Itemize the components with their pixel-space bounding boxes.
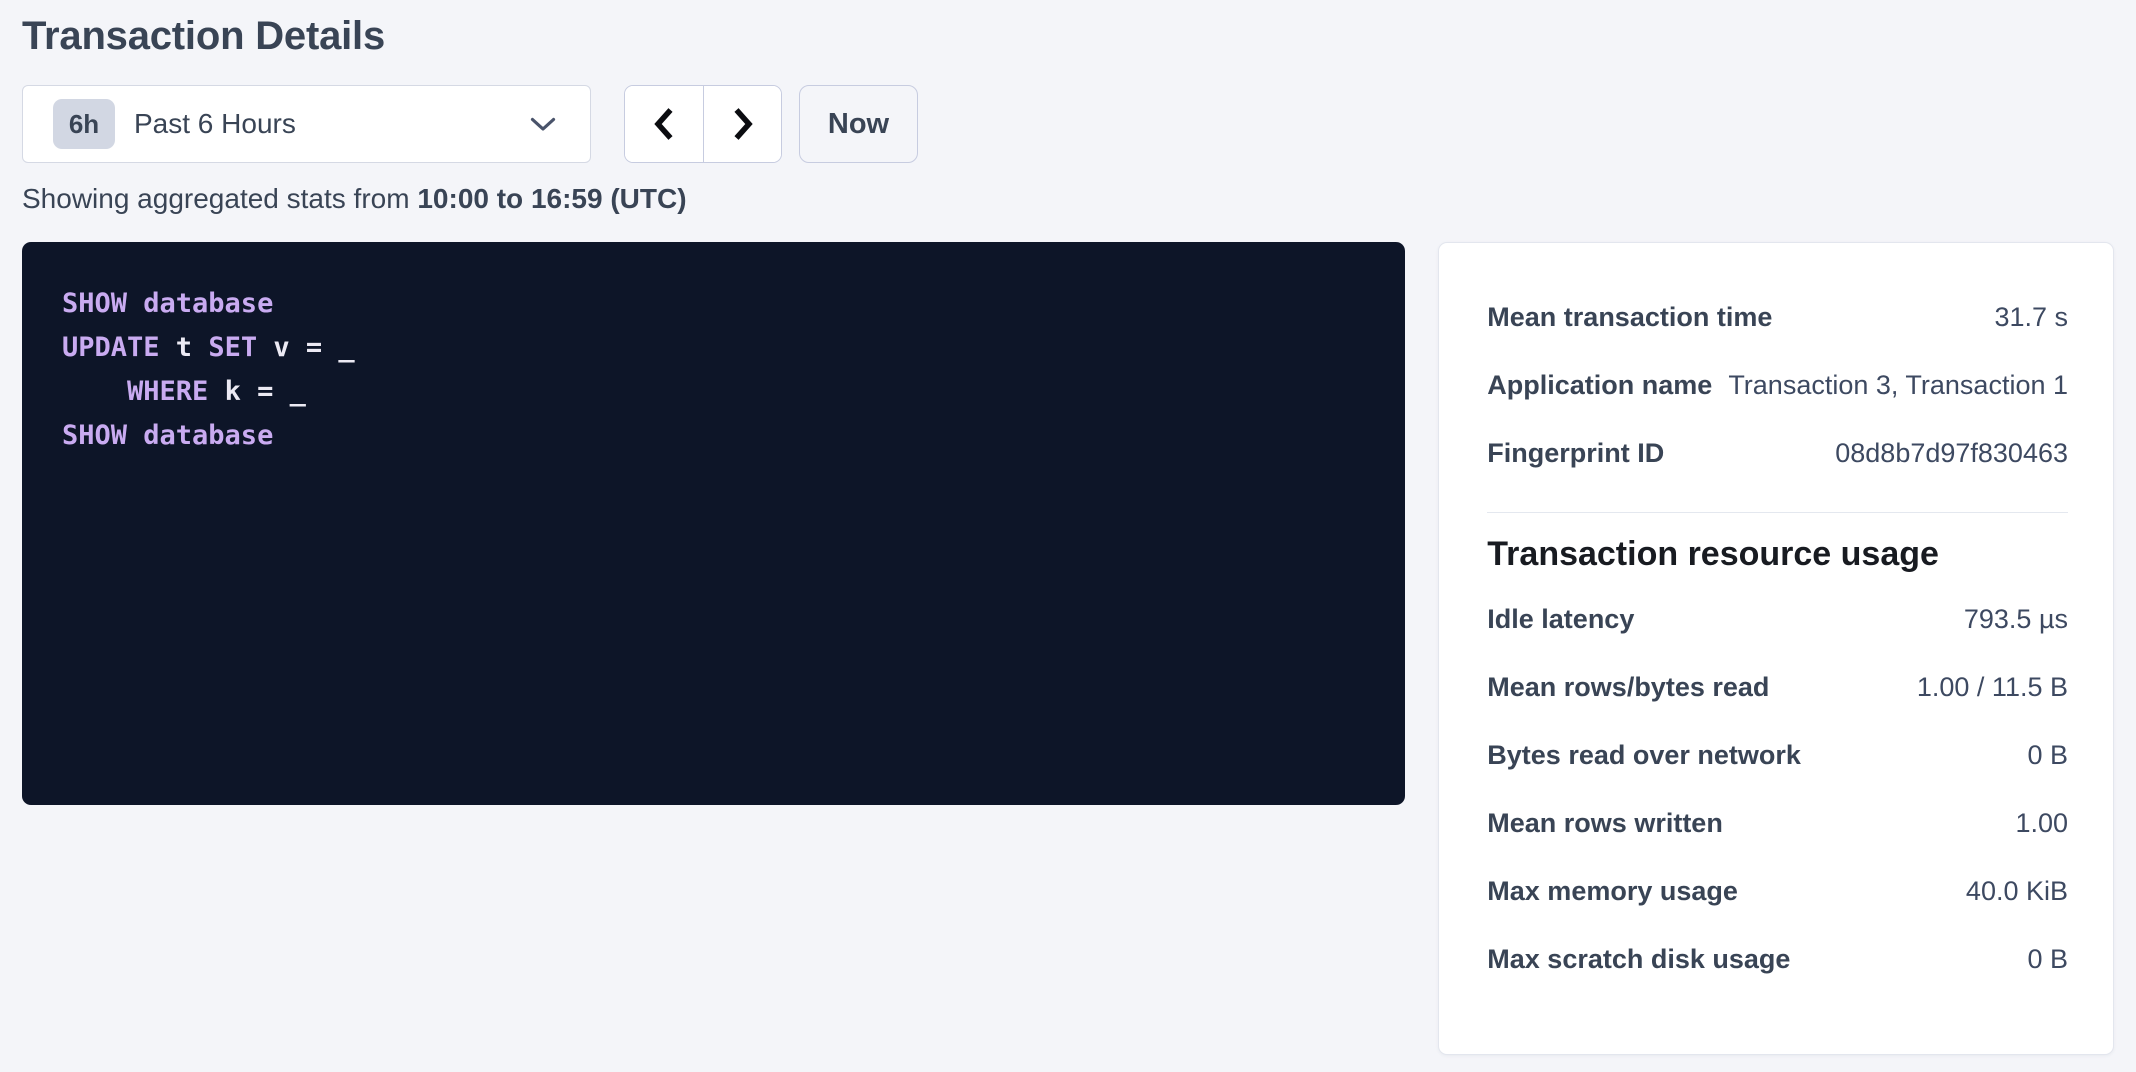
stat-row-mean-rows-written: Mean rows written 1.00 [1487, 789, 2068, 857]
sql-line: SHOW database [62, 414, 1365, 458]
sql-token: k = _ [208, 376, 306, 407]
stat-value: 1.00 [2015, 808, 2068, 839]
aggregated-stats-caption: Showing aggregated stats from 10:00 to 1… [22, 183, 2114, 215]
time-range-label: Past 6 Hours [134, 108, 296, 140]
stat-value: 0 B [2027, 740, 2068, 771]
main-content: SHOW database UPDATE t SET v = _ WHERE k… [22, 242, 2114, 1055]
transaction-details-panel: Mean transaction time 31.7 s Application… [1438, 242, 2114, 1055]
stat-label: Idle latency [1487, 604, 1634, 635]
stat-value: 40.0 KiB [1966, 876, 2068, 907]
caption-prefix: Showing aggregated stats from [22, 183, 417, 214]
stat-row-fingerprint-id: Fingerprint ID 08d8b7d97f830463 [1487, 419, 2068, 487]
stat-label: Mean rows written [1487, 808, 1723, 839]
chevron-left-icon [653, 107, 675, 141]
page-title: Transaction Details [22, 14, 2114, 59]
sql-token: WHERE [127, 376, 208, 407]
stat-value: Transaction 3, Transaction 1 [1728, 370, 2068, 401]
caption-time-range: 10:00 to 16:59 (UTC) [417, 183, 686, 214]
prev-time-button[interactable] [625, 86, 703, 162]
time-range-picker[interactable]: 6h Past 6 Hours [22, 85, 591, 163]
stat-row-idle-latency: Idle latency 793.5 µs [1487, 585, 2068, 653]
stat-label: Bytes read over network [1487, 740, 1801, 771]
stat-value: 08d8b7d97f830463 [1835, 438, 2068, 469]
sql-token: SHOW database [62, 288, 273, 319]
sql-line: SHOW database [62, 282, 1365, 326]
stat-row-max-scratch-disk-usage: Max scratch disk usage 0 B [1487, 925, 2068, 993]
stat-row-bytes-read-over-network: Bytes read over network 0 B [1487, 721, 2068, 789]
transaction-details-page: Transaction Details 6h Past 6 Hours Now … [0, 14, 2136, 1055]
sql-token: v = _ [257, 332, 355, 363]
sql-token [62, 376, 127, 407]
now-button[interactable]: Now [799, 85, 918, 163]
time-nav-group [624, 85, 782, 163]
stat-label: Fingerprint ID [1487, 438, 1664, 469]
stat-row-mean-rows-bytes-read: Mean rows/bytes read 1.00 / 11.5 B [1487, 653, 2068, 721]
sql-statement-box: SHOW database UPDATE t SET v = _ WHERE k… [22, 242, 1405, 805]
stat-label: Application name [1487, 370, 1712, 401]
sql-line: UPDATE t SET v = _ [62, 326, 1365, 370]
sql-token: SET [208, 332, 257, 363]
stat-value: 0 B [2027, 944, 2068, 975]
stat-label: Max memory usage [1487, 876, 1738, 907]
time-range-badge: 6h [53, 99, 115, 149]
stat-value: 1.00 / 11.5 B [1917, 672, 2068, 703]
resource-usage-heading: Transaction resource usage [1487, 535, 2068, 573]
stat-value: 793.5 µs [1964, 604, 2068, 635]
stat-row-max-memory-usage: Max memory usage 40.0 KiB [1487, 857, 2068, 925]
stat-label: Mean rows/bytes read [1487, 672, 1769, 703]
next-time-button[interactable] [703, 86, 781, 162]
stat-row-application-name: Application name Transaction 3, Transact… [1487, 351, 2068, 419]
stat-label: Max scratch disk usage [1487, 944, 1790, 975]
stat-row-mean-transaction-time: Mean transaction time 31.7 s [1487, 283, 2068, 351]
sql-token: UPDATE [62, 332, 160, 363]
chevron-down-icon [530, 117, 556, 132]
time-toolbar: 6h Past 6 Hours Now [22, 85, 2114, 163]
panel-divider [1487, 512, 2068, 513]
sql-token: t [160, 332, 209, 363]
sql-line: WHERE k = _ [62, 370, 1365, 414]
stat-value: 31.7 s [1994, 302, 2068, 333]
chevron-right-icon [732, 107, 754, 141]
stat-label: Mean transaction time [1487, 302, 1772, 333]
sql-token: SHOW database [62, 420, 273, 451]
